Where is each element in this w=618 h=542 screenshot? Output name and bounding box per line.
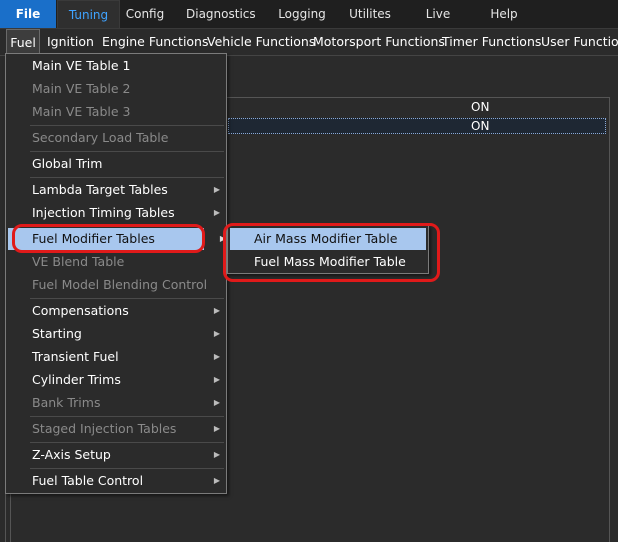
menu-logging[interactable]: Logging [276,0,328,29]
menu-item-fuel-model-blending-control: Fuel Model Blending Control [6,274,226,296]
tab-timer-functions[interactable]: Timer Functions [442,29,541,55]
menu-item-starting[interactable]: Starting ▶ [6,323,226,345]
menu-item-lambda-target-tables[interactable]: Lambda Target Tables ▶ [6,179,226,201]
submenu-arrow-icon: ▶ [213,375,220,384]
submenu-arrow-icon: ▶ [213,450,220,459]
menu-separator [30,416,224,417]
menu-item-fuel-table-control[interactable]: Fuel Table Control ▶ [6,470,226,492]
menu-item-main-ve-table-3: Main VE Table 3 [6,101,226,123]
menu-item-main-ve-table-1[interactable]: Main VE Table 1 [6,55,226,77]
row1-value: ON [471,100,490,114]
main-menubar: File Tuning Config Diagnostics Logging U… [0,0,618,50]
menu-item-compensations[interactable]: Compensations ▶ [6,300,226,322]
menu-item-global-trim[interactable]: Global Trim [6,153,226,175]
menu-item-transient-fuel[interactable]: Transient Fuel ▶ [6,346,226,368]
menu-separator [30,468,224,469]
menu-item-label: Global Trim [32,156,103,171]
tab-fuel[interactable]: Fuel [6,29,40,55]
menu-item-label: Fuel Model Blending Control [32,277,208,292]
menu-item-label: Lambda Target Tables [32,182,168,197]
row2-selection[interactable] [228,118,606,134]
submenu-arrow-icon: ▶ [213,306,220,315]
menu-help[interactable]: Help [488,0,520,29]
menu-separator [30,177,224,178]
menu-item-label: Main VE Table 3 [32,104,131,119]
menu-live-data[interactable]: Live Data [410,0,466,50]
fuel-dropdown-menu: Main VE Table 1 Main VE Table 2 Main VE … [5,53,227,494]
menu-separator [30,298,224,299]
menu-item-label: Secondary Load Table [32,130,169,145]
menu-item-label: Main VE Table 2 [32,81,131,96]
tab-ignition[interactable]: Ignition [47,29,94,55]
tab-engine-functions[interactable]: Engine Functions [102,29,209,55]
submenu-arrow-icon: ▶ [213,208,220,217]
menu-item-cylinder-trims[interactable]: Cylinder Trims ▶ [6,369,226,391]
menu-item-bank-trims: Bank Trims ▶ [6,392,226,414]
submenu-arrow-icon: ▶ [213,352,220,361]
menu-item-label: Transient Fuel [32,349,119,364]
menu-item-secondary-load-table: Secondary Load Table [6,127,226,149]
menu-separator [30,442,224,443]
menu-item-label: Compensations [32,303,129,318]
menu-tuning[interactable]: Tuning [57,0,120,30]
menu-item-label: Staged Injection Tables [32,421,177,436]
submenu-arrow-icon: ▶ [213,329,220,338]
tuning-tabbar: Fuel Ignition Engine Functions Vehicle F… [0,29,618,56]
menu-item-main-ve-table-2: Main VE Table 2 [6,78,226,100]
tab-motorsport-functions[interactable]: Motorsport Functions [313,29,445,55]
menu-separator [30,125,224,126]
menu-item-injection-timing-tables[interactable]: Injection Timing Tables ▶ [6,202,226,224]
menu-diagnostics[interactable]: Diagnostics [186,0,256,29]
submenu-arrow-icon: ▶ [213,476,220,485]
menu-item-label: Main VE Table 1 [32,58,131,73]
annotation-circle-fuel-modifier-tables [12,224,205,253]
menu-separator [30,151,224,152]
menu-item-label: Starting [32,326,82,341]
menu-item-label: Bank Trims [32,395,101,410]
menu-item-z-axis-setup[interactable]: Z-Axis Setup ▶ [6,444,226,466]
menu-file[interactable]: File [0,0,56,29]
menu-item-label: Z-Axis Setup [32,447,111,462]
menu-item-label: Fuel Table Control [32,473,144,488]
tab-user-functions[interactable]: User Functions [541,29,618,55]
menu-config[interactable]: Config [122,0,168,29]
menu-item-ve-blend-table: VE Blend Table [6,251,226,273]
submenu-arrow-icon: ▶ [213,398,220,407]
tab-vehicle-functions[interactable]: Vehicle Functions [207,29,315,55]
menu-item-label: Injection Timing Tables [32,205,175,220]
menu-item-label: Cylinder Trims [32,372,121,387]
menu-item-staged-injection-tables: Staged Injection Tables ▶ [6,418,226,440]
menu-item-label: VE Blend Table [32,254,125,269]
row2-value: ON [471,119,490,133]
submenu-arrow-icon: ▶ [213,424,220,433]
annotation-circle-submenu [223,223,440,282]
menu-utilites[interactable]: Utilites [348,0,392,29]
submenu-arrow-icon: ▶ [213,185,220,194]
